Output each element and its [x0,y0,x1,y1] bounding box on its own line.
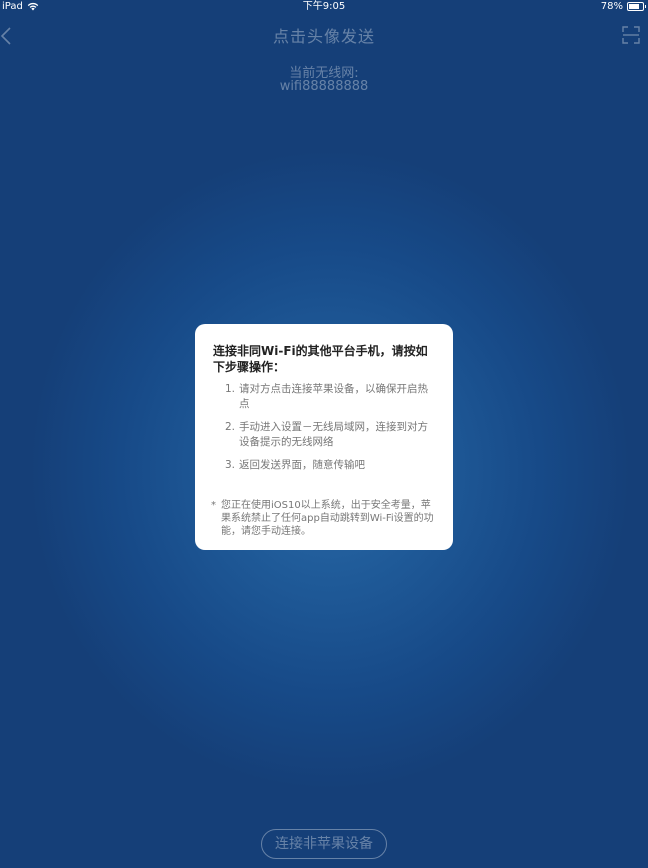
status-time: 下午9:05 [302,1,346,12]
security-note: * 您正在使用iOS10以上系统，出于安全考量，苹果系统禁止了任何app自动跳转… [211,499,437,538]
connect-non-apple-button[interactable]: 连接非苹果设备 [261,829,387,859]
list-item: 2. 手动进入设置－无线局域网，连接到对方设备提示的无线网络 [225,420,430,450]
instructions-dialog: 连接非同Wi-Fi的其他平台手机，请按如下步骤操作： 1. 请对方点击连接苹果设… [195,324,453,550]
note-text: 您正在使用iOS10以上系统，出于安全考量，苹果系统禁止了任何app自动跳转到W… [221,500,434,537]
list-item: 1. 请对方点击连接苹果设备，以确保开启热点 [225,382,430,412]
step-text: 返回发送界面，随意传输吧 [239,459,365,471]
screen: iPad 下午9:05 78% 点击头像发送 当前无线网: wifi888888… [0,0,648,868]
page-title: 点击头像发送 [272,27,375,46]
battery-icon [627,2,646,11]
step-text: 请对方点击连接苹果设备，以确保开启热点 [239,383,428,410]
step-number: 2. [225,421,236,433]
list-item: 3. 返回发送界面，随意传输吧 [225,458,430,473]
step-text: 手动进入设置－无线局域网，连接到对方设备提示的无线网络 [239,421,428,448]
battery-level [629,4,640,9]
step-number: 1. [225,383,236,395]
step-number: 3. [225,459,236,471]
steps-list: 1. 请对方点击连接苹果设备，以确保开启热点 2. 手动进入设置－无线局域网，连… [225,382,430,481]
scan-icon[interactable] [622,26,640,44]
note-asterisk: * [211,500,216,511]
status-right: 78% [600,0,646,13]
status-bar: iPad 下午9:05 78% [0,0,648,14]
wifi-name: wifi88888888 [279,79,369,94]
battery-percent: 78% [600,1,623,12]
dialog-title: 连接非同Wi-Fi的其他平台手机，请按如下步骤操作： [213,344,428,374]
nav-bar: 点击头像发送 [0,14,648,54]
